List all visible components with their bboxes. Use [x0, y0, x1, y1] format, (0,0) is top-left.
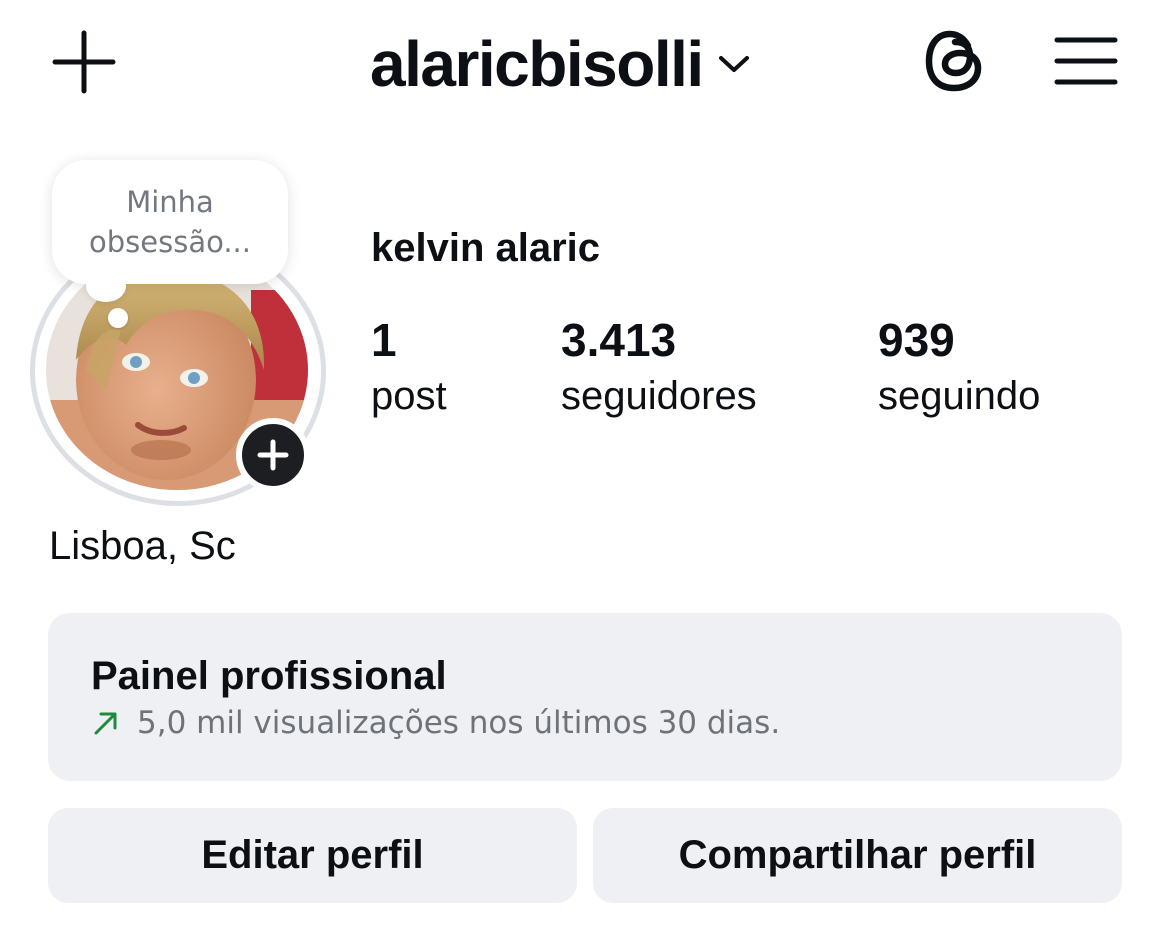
- professional-dashboard[interactable]: Painel profissional 5,0 mil visualizaçõe…: [48, 613, 1122, 781]
- stat-value: 3.413: [561, 314, 677, 366]
- menu-button[interactable]: [1048, 28, 1124, 94]
- top-bar: alaricbisolli: [0, 0, 1170, 130]
- threads-icon: [925, 30, 982, 92]
- account-switcher[interactable]: alaricbisolli: [370, 22, 751, 106]
- bio-location: Lisboa, Sc: [49, 524, 236, 568]
- note-line-2: obsessão...: [89, 225, 251, 259]
- username: alaricbisolli: [370, 28, 704, 100]
- hamburger-menu-icon: [1054, 37, 1118, 85]
- stat-label: post: [371, 374, 447, 418]
- stat-value: 1: [371, 314, 397, 366]
- plus-icon: [257, 439, 289, 471]
- dashboard-summary: 5,0 mil visualizações nos últimos 30 dia…: [91, 705, 1122, 741]
- note-bubble-tail-dot: [108, 308, 128, 328]
- create-button[interactable]: [48, 26, 120, 98]
- following-count[interactable]: 939 seguindo: [878, 312, 1040, 424]
- dashboard-title: Painel profissional: [91, 654, 447, 698]
- plus-icon: [52, 30, 116, 94]
- add-story-button[interactable]: [236, 418, 310, 492]
- threads-button[interactable]: [918, 24, 992, 98]
- note-line-1: Minha: [126, 185, 214, 219]
- stat-label: seguindo: [878, 374, 1041, 418]
- dashboard-subtitle: 5,0 mil visualizações nos últimos 30 dia…: [137, 705, 781, 741]
- note-bubble-tail: [86, 270, 126, 302]
- stat-label: seguidores: [561, 374, 757, 418]
- stat-value: 939: [878, 314, 955, 366]
- followers-count[interactable]: 3.413 seguidores: [561, 312, 757, 424]
- chevron-down-icon: [718, 56, 749, 72]
- posts-count[interactable]: 1 post: [371, 312, 447, 424]
- edit-profile-button[interactable]: Editar perfil: [48, 808, 577, 903]
- note-bubble[interactable]: Minha obsessão...: [52, 160, 288, 284]
- share-profile-button[interactable]: Compartilhar perfil: [593, 808, 1122, 903]
- display-name: kelvin alaric: [371, 226, 601, 270]
- arrow-up-right-icon: [94, 712, 117, 735]
